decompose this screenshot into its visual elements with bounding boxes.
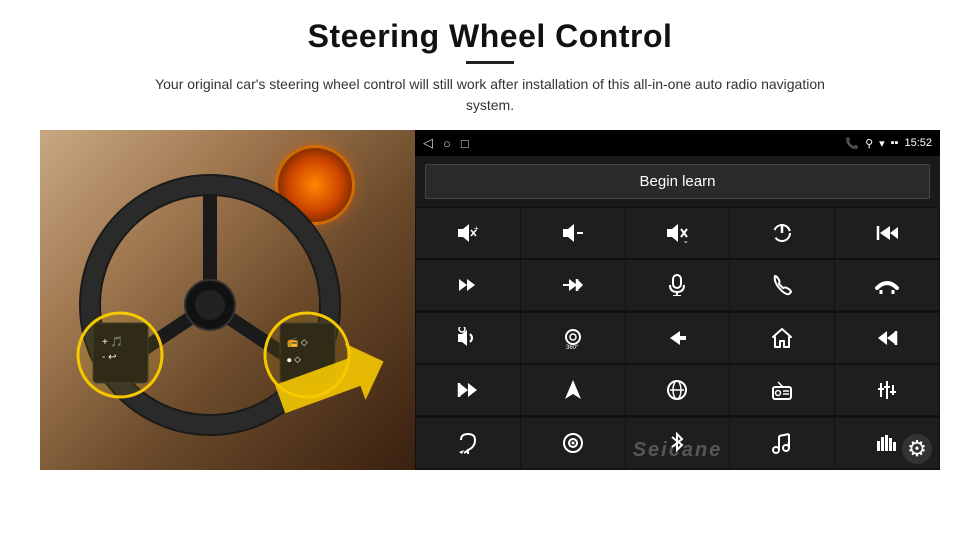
svg-text:+: + [474, 224, 479, 233]
android-ui-wrapper: ◁ ○ □ 📞 ⚲ ▾ ▪▪ 15:52 Begin learn [415, 130, 940, 470]
skip-fwd-icon [457, 381, 479, 399]
knob-button[interactable] [521, 418, 625, 468]
content-row: + 🎵 - ↩ 📻 ◇ ⏺ ◇ [40, 130, 940, 470]
knob-icon [562, 432, 584, 454]
recents-nav-icon[interactable]: □ [461, 136, 469, 151]
rewind-icon [876, 329, 898, 347]
prev-track-button[interactable] [835, 208, 939, 258]
skip-fwd-button[interactable] [416, 365, 520, 415]
status-bar: ◁ ○ □ 📞 ⚲ ▾ ▪▪ 15:52 [415, 130, 940, 156]
back-icon [666, 329, 688, 347]
home-icon [771, 327, 793, 349]
vol-up-button[interactable]: + [416, 208, 520, 258]
car-image-area: + 🎵 - ↩ 📻 ◇ ⏺ ◇ [40, 130, 415, 470]
power-button[interactable] [730, 208, 834, 258]
nav-icon [564, 379, 582, 401]
cam360-button[interactable]: 360° [521, 313, 625, 363]
begin-learn-button[interactable]: Begin learn [425, 164, 930, 199]
home-nav-icon[interactable]: ○ [443, 136, 451, 151]
prev-track-icon [876, 224, 898, 242]
music-button[interactable]: ♪ [730, 418, 834, 468]
cam360-icon: 360° [561, 327, 585, 349]
clock: 15:52 [904, 137, 932, 149]
mic-button[interactable] [626, 260, 730, 310]
back-button[interactable] [626, 313, 730, 363]
radio-icon [771, 379, 793, 401]
phone-icon [771, 274, 793, 296]
svg-text:360°: 360° [566, 345, 579, 349]
radio-button[interactable] [730, 365, 834, 415]
hang-up-button[interactable] [835, 260, 939, 310]
status-bar-info: 📞 ⚲ ▾ ▪▪ 15:52 [845, 137, 932, 150]
speaker-icon [456, 327, 480, 349]
main-page: Steering Wheel Control Your original car… [0, 0, 980, 548]
svg-text:♪: ♪ [786, 442, 789, 448]
fast-fwd-icon [561, 276, 585, 294]
eq-icon [876, 379, 898, 401]
mode-button[interactable] [626, 365, 730, 415]
svg-text:x: x [684, 240, 688, 243]
next-icon [457, 276, 479, 294]
title-divider [466, 61, 514, 64]
vol-up-icon: + [456, 223, 480, 243]
vol-down-icon [561, 223, 585, 243]
power-icon [771, 222, 793, 244]
fast-fwd-button[interactable] [521, 260, 625, 310]
phone-button[interactable] [730, 260, 834, 310]
phone-icon: 📞 [845, 137, 859, 150]
speaker-button[interactable] [416, 313, 520, 363]
wifi-icon: ▾ [879, 137, 885, 150]
mute-button[interactable]: x [626, 208, 730, 258]
back-nav-icon[interactable]: ◁ [423, 135, 433, 151]
android-ui: ◁ ○ □ 📞 ⚲ ▾ ▪▪ 15:52 Begin learn [415, 130, 940, 470]
vol-down-button[interactable] [521, 208, 625, 258]
mode-icon [666, 379, 688, 401]
spectrum-icon [876, 433, 898, 453]
mic-icon [668, 274, 686, 296]
status-bar-nav: ◁ ○ □ [423, 135, 469, 151]
home-button[interactable] [730, 313, 834, 363]
steering-wheel-svg: + 🎵 - ↩ 📻 ◇ ⏺ ◇ [55, 145, 395, 445]
nav-button[interactable] [521, 365, 625, 415]
rewind-button[interactable] [835, 313, 939, 363]
voice-button[interactable] [416, 418, 520, 468]
location-icon: ⚲ [865, 137, 873, 150]
gear-settings-button[interactable]: ⚙ [902, 434, 932, 464]
page-title: Steering Wheel Control [308, 18, 673, 55]
music-icon: ♪ [771, 432, 793, 454]
mute-icon: x [665, 223, 689, 243]
eq-button[interactable] [835, 365, 939, 415]
begin-learn-row: Begin learn [415, 156, 940, 207]
next-button[interactable] [416, 260, 520, 310]
hang-up-icon [875, 276, 899, 294]
page-subtitle: Your original car's steering wheel contr… [140, 74, 840, 116]
bluetooth-button[interactable] [626, 418, 730, 468]
voice-icon [458, 432, 478, 454]
battery-icon: ▪▪ [891, 137, 899, 149]
controls-grid: + x [415, 207, 940, 470]
bluetooth-icon [669, 432, 685, 454]
